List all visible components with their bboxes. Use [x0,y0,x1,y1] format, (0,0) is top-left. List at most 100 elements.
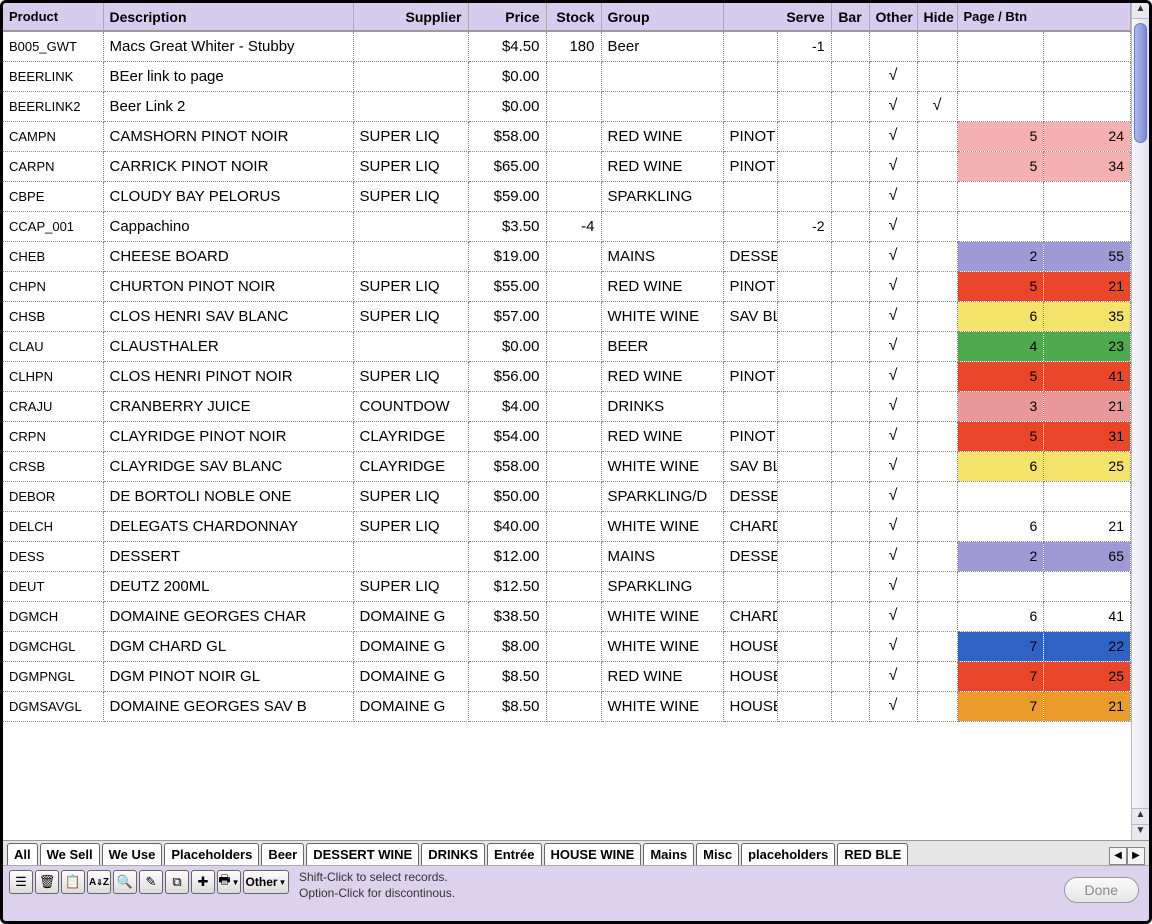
cell-btn[interactable]: 24 [1044,121,1131,151]
cell-serve-n[interactable] [777,451,831,481]
cell-price[interactable]: $19.00 [468,241,546,271]
cell-btn[interactable]: 41 [1044,601,1131,631]
cell-serve[interactable]: PINOT NOI [723,421,777,451]
cell-price[interactable]: $8.00 [468,631,546,661]
cell-group[interactable]: RED WINE [601,121,723,151]
col-group[interactable]: Group [601,3,723,31]
cell-serve-n[interactable] [777,541,831,571]
cell-serve-n[interactable] [777,361,831,391]
cell-other[interactable] [869,31,917,61]
cell-group[interactable]: SPARKLING [601,571,723,601]
cell-page[interactable]: 5 [957,121,1044,151]
table-row[interactable]: CRSBCLAYRIDGE SAV BLANCCLAYRIDGE$58.00WH… [3,451,1131,481]
cell-desc[interactable]: DGM CHARD GL [103,631,353,661]
tab-misc[interactable]: Misc [696,843,739,865]
cell-btn[interactable]: 21 [1044,511,1131,541]
cell-product[interactable]: DESS [3,541,103,571]
cell-other[interactable]: √ [869,691,917,721]
cell-stock[interactable] [546,301,601,331]
cell-product[interactable]: CLAU [3,331,103,361]
cell-btn[interactable]: 22 [1044,631,1131,661]
cell-serve-n[interactable] [777,91,831,121]
cell-price[interactable]: $0.00 [468,91,546,121]
cell-other[interactable]: √ [869,601,917,631]
cell-supp[interactable] [353,91,468,121]
sort-az-icon[interactable]: A⇓Z [87,870,111,894]
cell-product[interactable]: CHPN [3,271,103,301]
table-row[interactable]: CLAUCLAUSTHALER$0.00BEER√423 [3,331,1131,361]
cell-product[interactable]: CHEB [3,241,103,271]
cell-group[interactable]: WHITE WINE [601,601,723,631]
cell-product[interactable]: CRSB [3,451,103,481]
cell-product[interactable]: DGMSAVGL [3,691,103,721]
cell-page[interactable]: 6 [957,511,1044,541]
cell-product[interactable]: DGMCH [3,601,103,631]
cell-bar[interactable] [831,451,869,481]
cell-serve[interactable] [723,181,777,211]
cell-bar[interactable] [831,691,869,721]
cell-other[interactable]: √ [869,61,917,91]
cell-hide[interactable] [917,541,957,571]
cell-page[interactable]: 6 [957,601,1044,631]
cell-desc[interactable]: DOMAINE GEORGES CHAR [103,601,353,631]
cell-bar[interactable] [831,151,869,181]
cell-btn[interactable] [1044,571,1131,601]
cell-price[interactable]: $8.50 [468,661,546,691]
cell-supp[interactable] [353,241,468,271]
col-other[interactable]: Other [869,3,917,31]
cell-stock[interactable] [546,241,601,271]
cell-supp[interactable]: SUPER LIQ [353,481,468,511]
cell-serve[interactable]: DESSERT W [723,481,777,511]
cell-supp[interactable] [353,211,468,241]
cell-price[interactable]: $58.00 [468,451,546,481]
cell-bar[interactable] [831,361,869,391]
cell-btn[interactable]: 65 [1044,541,1131,571]
cell-product[interactable]: CRPN [3,421,103,451]
tab-all[interactable]: All [7,843,38,865]
cell-page[interactable] [957,181,1044,211]
cell-page[interactable]: 5 [957,361,1044,391]
cell-other[interactable]: √ [869,661,917,691]
cell-desc[interactable]: Macs Great Whiter - Stubby [103,31,353,61]
cell-other[interactable]: √ [869,421,917,451]
cell-desc[interactable]: CLOS HENRI SAV BLANC [103,301,353,331]
cell-desc[interactable]: CLAUSTHALER [103,331,353,361]
cell-serve[interactable] [723,331,777,361]
cell-bar[interactable] [831,511,869,541]
cell-stock[interactable] [546,511,601,541]
cell-bar[interactable] [831,121,869,151]
col-hide[interactable]: Hide [917,3,957,31]
product-table[interactable]: Product Description Supplier Price Stock… [3,3,1131,722]
cell-page[interactable]: 6 [957,451,1044,481]
cell-bar[interactable] [831,241,869,271]
cell-supp[interactable]: COUNTDOW [353,391,468,421]
cell-serve-n[interactable] [777,691,831,721]
cell-serve-n[interactable] [777,331,831,361]
tab-red-ble[interactable]: RED BLE [837,843,908,865]
cell-supp[interactable]: CLAYRIDGE [353,451,468,481]
cell-stock[interactable] [546,571,601,601]
cell-product[interactable]: DEBOR [3,481,103,511]
edit-icon[interactable]: ✎ [139,870,163,894]
cell-desc[interactable]: CLAYRIDGE PINOT NOIR [103,421,353,451]
cell-product[interactable]: BEERLINK [3,61,103,91]
cell-desc[interactable]: CHURTON PINOT NOIR [103,271,353,301]
cell-group[interactable]: RED WINE [601,151,723,181]
cell-hide[interactable] [917,151,957,181]
cell-group[interactable]: RED WINE [601,661,723,691]
cell-supp[interactable]: CLAYRIDGE [353,421,468,451]
cell-desc[interactable]: CHEESE BOARD [103,241,353,271]
cell-serve-n[interactable]: -1 [777,31,831,61]
cell-page[interactable]: 5 [957,421,1044,451]
col-description[interactable]: Description [103,3,353,31]
cell-btn[interactable]: 25 [1044,451,1131,481]
cell-hide[interactable] [917,421,957,451]
cell-supp[interactable]: DOMAINE G [353,661,468,691]
cell-price[interactable]: $12.00 [468,541,546,571]
table-row[interactable]: BEERLINKBEer link to page$0.00√ [3,61,1131,91]
cell-other[interactable]: √ [869,571,917,601]
cell-stock[interactable] [546,631,601,661]
cell-serve-n[interactable] [777,121,831,151]
cell-other[interactable]: √ [869,391,917,421]
cell-bar[interactable] [831,421,869,451]
